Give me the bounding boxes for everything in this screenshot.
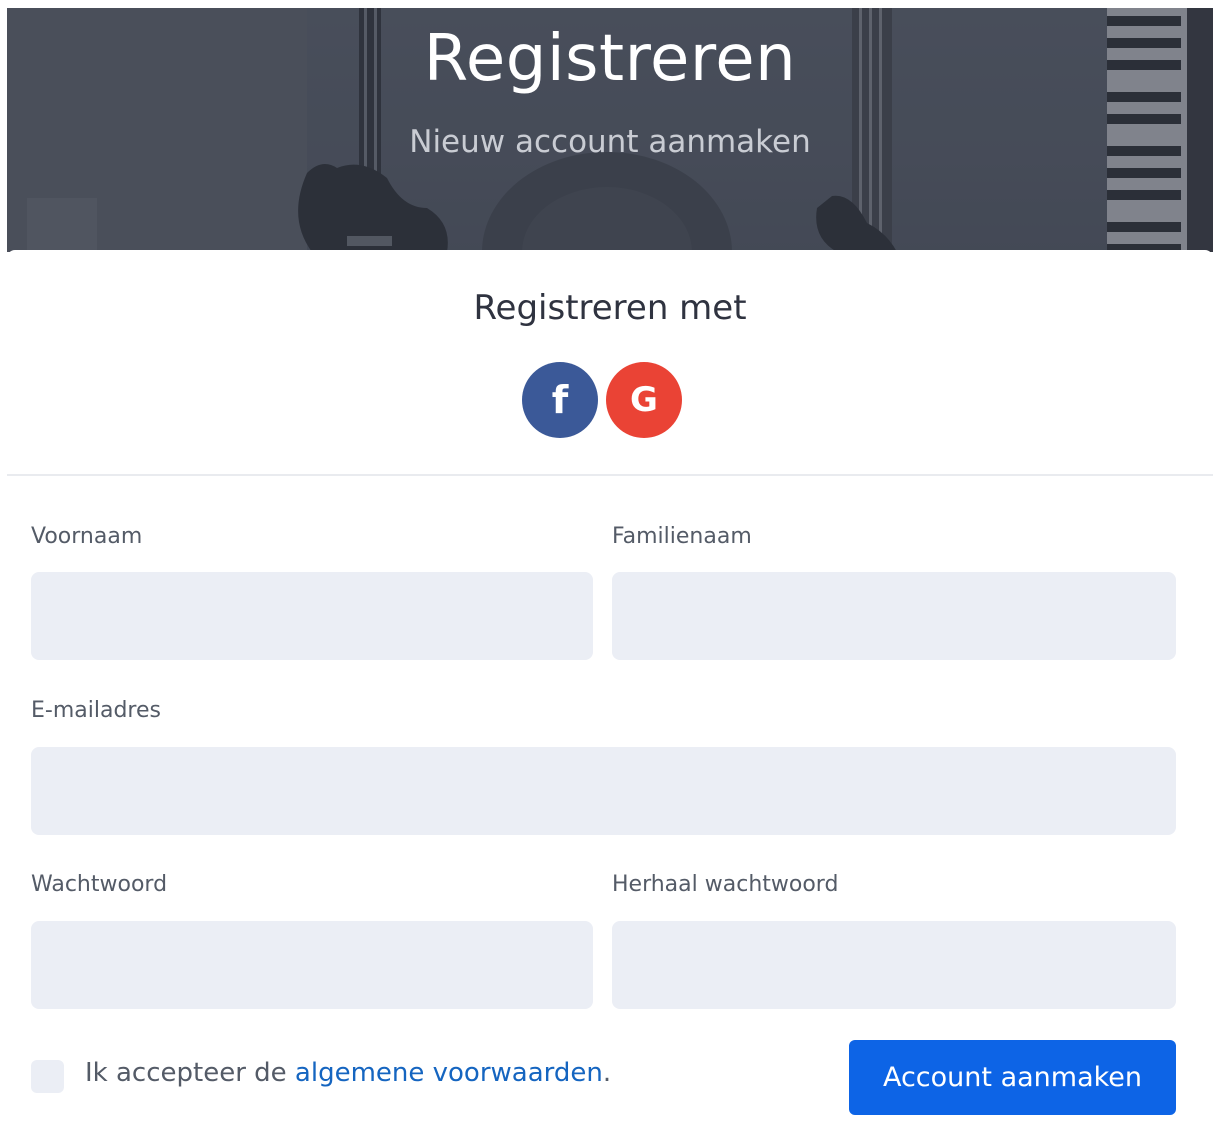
password-input[interactable]	[31, 921, 593, 1009]
facebook-signup-button[interactable]: f	[522, 362, 598, 438]
google-icon: G	[630, 380, 658, 420]
last-name-input[interactable]	[612, 572, 1176, 660]
password-label: Wachtwoord	[31, 872, 168, 897]
facebook-icon: f	[551, 378, 569, 422]
terms-suffix: .	[602, 1058, 612, 1088]
page-subtitle: Nieuw account aanmaken	[409, 124, 811, 160]
repeat-password-input[interactable]	[612, 921, 1176, 1009]
email-input[interactable]	[31, 747, 1176, 835]
create-account-button[interactable]: Account aanmaken	[849, 1040, 1176, 1115]
section-divider	[7, 474, 1213, 476]
terms-text: Ik accepteer de algemene voorwaarden.	[85, 1058, 611, 1088]
hero-banner: Registreren Nieuw account aanmaken	[7, 8, 1213, 252]
first-name-input[interactable]	[31, 572, 593, 660]
terms-link[interactable]: algemene voorwaarden	[295, 1058, 603, 1088]
last-name-label: Familienaam	[612, 524, 752, 549]
registration-card: Registreren met f G Voornaam Familienaam…	[7, 250, 1213, 1122]
repeat-password-label: Herhaal wachtwoord	[612, 872, 839, 897]
terms-checkbox[interactable]	[31, 1060, 64, 1093]
page-title: Registreren	[423, 22, 797, 96]
first-name-label: Voornaam	[31, 524, 143, 549]
terms-prefix: Ik accepteer de	[85, 1058, 295, 1088]
google-signup-button[interactable]: G	[606, 362, 682, 438]
social-signup-title: Registreren met	[473, 288, 747, 328]
email-label: E-mailadres	[31, 698, 161, 723]
